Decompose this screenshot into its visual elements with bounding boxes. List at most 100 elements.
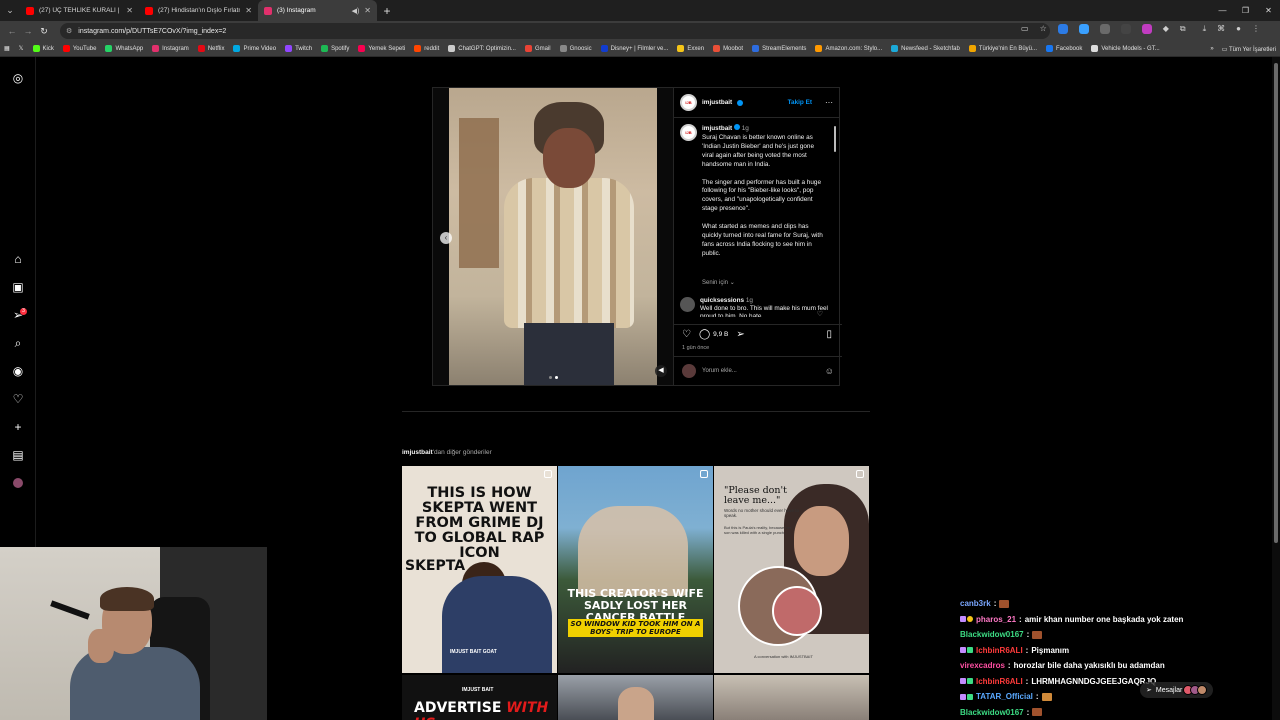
- mute-icon[interactable]: ◀: [655, 365, 667, 377]
- for-you-label: Senin için: [702, 280, 729, 286]
- bookmark-netflix[interactable]: Netflix: [197, 45, 224, 52]
- restore-icon[interactable]: ❐: [1234, 0, 1257, 21]
- tab-2[interactable]: (27) Hindistan'ın Dışlo Fırlatma ✕: [139, 0, 258, 21]
- bookmark-star-icon[interactable]: ☆: [1040, 24, 1047, 34]
- new-tab-button[interactable]: +: [377, 0, 397, 21]
- for-you-toggle[interactable]: Senin için ⌄: [702, 279, 735, 286]
- page-scrollbar[interactable]: [1272, 57, 1280, 720]
- whatsapp-icon: [105, 45, 113, 52]
- bookmark-turkiye[interactable]: Türkiye'nin En Büyü...: [968, 45, 1037, 52]
- bookmark-reddit[interactable]: reddit: [414, 45, 439, 52]
- grid-post[interactable]: THIS IS HOW SKEPTA WENT FROM GRIME DJ TO…: [402, 466, 557, 673]
- close-icon[interactable]: ✕: [126, 6, 133, 15]
- grid-post[interactable]: "Please don't leave me..." Words no moth…: [714, 466, 869, 673]
- create-icon[interactable]: +: [11, 420, 25, 434]
- extension-icon[interactable]: [1099, 24, 1110, 34]
- bookmark-exxen[interactable]: Exxen: [677, 45, 704, 52]
- bookmark-gnoosic[interactable]: Gnoosic: [559, 45, 592, 52]
- previous-arrow-icon[interactable]: ‹: [440, 232, 452, 244]
- more-posts-username[interactable]: imjustbait: [402, 449, 433, 456]
- menu-icon[interactable]: ⋮: [1252, 24, 1260, 34]
- commenter-username[interactable]: quicksessions: [700, 297, 744, 304]
- back-icon[interactable]: ←: [4, 26, 20, 36]
- tab-search-icon[interactable]: ⌄: [0, 0, 20, 21]
- like-icon[interactable]: ♡: [682, 329, 691, 340]
- translate-icon[interactable]: ⌘: [1217, 24, 1225, 34]
- profile-icon[interactable]: ●: [1236, 24, 1241, 34]
- scrollbar-thumb[interactable]: [1274, 63, 1278, 543]
- bookmark-instagram[interactable]: Instagram: [152, 45, 189, 52]
- author-avatar[interactable]: IJB: [680, 94, 697, 111]
- post-media[interactable]: ‹ ◀: [433, 88, 673, 385]
- extension-icon[interactable]: [1057, 24, 1068, 34]
- save-bookmark-icon[interactable]: ▯: [826, 329, 832, 340]
- reload-icon[interactable]: ↻: [36, 26, 52, 37]
- bookmark-twitch[interactable]: Twitch: [285, 45, 312, 52]
- bookmark-moobot[interactable]: Moobot: [713, 45, 743, 52]
- caption-username[interactable]: imjustbait: [702, 125, 732, 132]
- bookmark-whatsapp[interactable]: WhatsApp: [105, 45, 143, 52]
- bookmark-prime-video[interactable]: Prime Video: [233, 45, 276, 52]
- bookmark-spotify[interactable]: Spotify: [321, 45, 349, 52]
- x-icon[interactable]: 𝕏: [19, 45, 24, 52]
- bookmark-vehicle-models[interactable]: Vehicle Models - GT...: [1091, 45, 1160, 52]
- commenter-avatar[interactable]: [680, 297, 695, 312]
- grid-post[interactable]: [558, 675, 713, 720]
- extension-diamond-icon[interactable]: ◆: [1163, 24, 1169, 34]
- forward-icon[interactable]: →: [20, 26, 36, 36]
- download-icon[interactable]: ⤓: [1203, 24, 1207, 34]
- grid-post[interactable]: [714, 675, 869, 720]
- explore-icon[interactable]: ◉: [11, 364, 25, 378]
- bookmark-youtube[interactable]: YouTube: [62, 45, 96, 52]
- close-icon[interactable]: ✕: [245, 6, 252, 15]
- follow-button[interactable]: Takip Et: [788, 99, 812, 106]
- more-bookmarks-icon[interactable]: »: [1210, 46, 1213, 52]
- bookmark-streamelements[interactable]: StreamElements: [752, 45, 806, 52]
- bookmark-sketchfab[interactable]: Newsfeed - Sketchfab: [891, 45, 960, 52]
- extensions-puzzle-icon[interactable]: ⧉: [1180, 24, 1186, 34]
- minimize-icon[interactable]: —: [1211, 0, 1234, 21]
- tab-1[interactable]: (27) ÜÇ TEHLİKE KURALI | 35nci ✕: [20, 0, 139, 21]
- caption-paragraph: Suraj Chavan is better known online as '…: [702, 133, 815, 168]
- extension-icon[interactable]: [1141, 24, 1152, 34]
- tab-3[interactable]: (3) Instagram ◀) ✕: [258, 0, 377, 21]
- bookmark-gmail[interactable]: Gmail: [524, 45, 551, 52]
- bookmark-yemek-sepeti[interactable]: Yemek Sepeti: [358, 45, 405, 52]
- bookmark-chatgpt[interactable]: ChatGPT: Optimizin...: [448, 45, 516, 52]
- reels-icon[interactable]: ▣: [11, 280, 25, 294]
- apps-icon[interactable]: ▦: [4, 45, 10, 52]
- share-icon[interactable]: ➢: [736, 329, 744, 340]
- notifications-heart-icon[interactable]: ♡: [11, 392, 25, 406]
- extension-icon[interactable]: [1078, 24, 1089, 34]
- home-icon[interactable]: ⌂: [11, 252, 25, 266]
- bookmark-facebook[interactable]: Facebook: [1046, 45, 1082, 52]
- extension-icon[interactable]: [1120, 24, 1131, 34]
- comment-like-icon[interactable]: ♡: [817, 310, 823, 318]
- instagram-logo-icon[interactable]: ◎: [11, 71, 25, 85]
- more-options-icon[interactable]: ···: [825, 98, 833, 107]
- dashboard-icon[interactable]: ▤: [11, 448, 25, 462]
- bookmark-disney[interactable]: Disney+ | Filmler ve...: [600, 45, 668, 52]
- bookmark-kick[interactable]: Kick: [32, 45, 54, 52]
- messages-bubble[interactable]: ➢ Mesajlar: [1140, 682, 1214, 698]
- yemek-sepeti-icon: [358, 45, 366, 52]
- emoji-icon[interactable]: ☺: [825, 366, 834, 376]
- author-username[interactable]: imjustbait: [702, 99, 732, 106]
- site-info-icon[interactable]: ⚙: [66, 27, 72, 35]
- close-icon[interactable]: ✕: [364, 6, 371, 15]
- all-bookmarks[interactable]: ▭ Tüm Yer İşaretleri: [1222, 46, 1276, 53]
- cast-icon[interactable]: ▭: [1021, 24, 1029, 34]
- bookmark-amazon[interactable]: Amazon.com: Stylo...: [815, 45, 882, 52]
- speaker-icon[interactable]: ◀): [352, 7, 360, 15]
- address-bar[interactable]: ⚙ instagram.com/p/DUTTsE7COvX/?img_index…: [60, 23, 1050, 39]
- profile-avatar-icon[interactable]: [11, 476, 25, 490]
- comment-icon[interactable]: ◯: [699, 329, 710, 340]
- comments-scrollbar[interactable]: [833, 120, 837, 320]
- grid-post[interactable]: IMJUST BAIT ADVERTISE WITH US: [402, 675, 557, 720]
- close-window-icon[interactable]: ✕: [1257, 0, 1280, 21]
- comments-scroll-thumb[interactable]: [834, 126, 836, 152]
- grid-post[interactable]: THIS CREATOR'S WIFE SADLY LOST HER CANCE…: [558, 466, 713, 673]
- add-comment-input[interactable]: Yorum ekle...: [702, 368, 737, 374]
- search-icon[interactable]: ⌕: [11, 336, 25, 350]
- caption-avatar[interactable]: IJB: [680, 124, 697, 141]
